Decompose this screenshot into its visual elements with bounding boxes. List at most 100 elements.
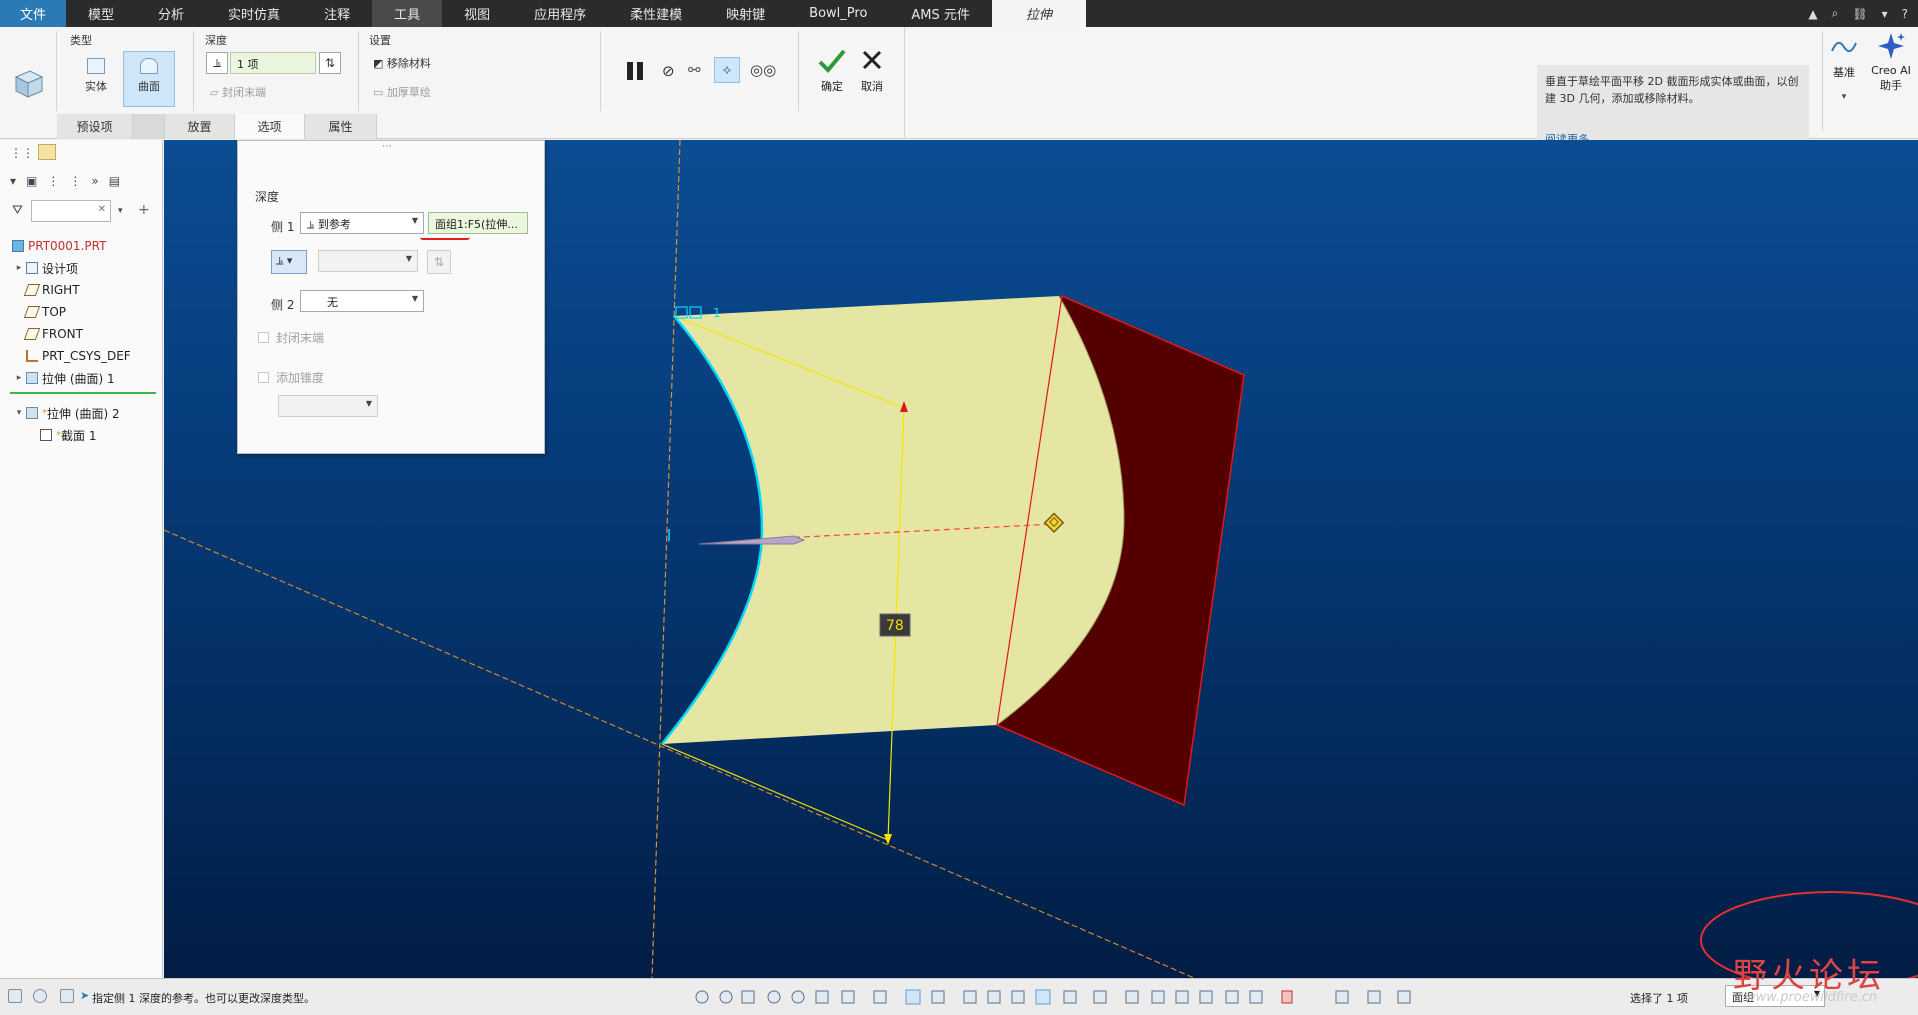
layer-tree-tab-icon[interactable] [38,144,56,160]
chevron-down-icon[interactable]: ▼ [409,216,421,225]
section-icon[interactable] [963,990,977,1004]
tree-item-csys[interactable]: PRT_CSYS_DEF [24,346,131,366]
insert-indicator[interactable] [10,392,156,394]
chevron-down-icon[interactable]: ▼ [363,399,375,408]
glasses-preview-icon[interactable]: ◎◎ [750,61,776,79]
tab-model[interactable]: 模型 [66,0,136,27]
drag-handle-dots[interactable]: ⋯ [382,141,392,152]
tab-applications[interactable]: 应用程序 [512,0,608,27]
tab-presets[interactable]: 预设项 [57,114,133,139]
tree-item-section-1[interactable]: * 截面 1 [38,425,96,445]
clear-icon[interactable]: ✕ [98,204,106,215]
tab-ams-components[interactable]: AMS 元件 [889,0,992,27]
side-1-depth-type-select[interactable]: ⫡ 到参考 ▼ [300,212,424,234]
perspective-icon[interactable] [931,990,945,1004]
attached-preview-icon[interactable]: ⚯ [688,61,701,79]
point-display-icon[interactable] [1093,990,1107,1004]
zoom-in-icon[interactable] [767,990,781,1004]
collapse-arrow-icon[interactable]: ▾ [14,408,24,418]
cap-ends-checkbox[interactable] [258,332,269,343]
filter-icon[interactable]: ⛛ [12,203,23,218]
model-tree-toggle-icon[interactable] [8,989,22,1003]
surface-button[interactable]: 曲面 [123,51,175,107]
find-icon[interactable] [1335,990,1349,1004]
tree-item-extrude-1[interactable]: ▸ 拉伸 (曲面) 1 [14,368,115,388]
chevron-down-icon[interactable]: ▾ [1882,7,1888,21]
plane-display-icon[interactable] [1035,989,1051,1005]
measure-icon[interactable] [1151,990,1165,1004]
tree-search-input[interactable]: ✕ [31,200,111,222]
axis-display-icon[interactable] [1063,990,1077,1004]
tab-mapkeys[interactable]: 映射键 [704,0,787,27]
thicken-sketch-button[interactable]: ▭ 加厚草绘 [373,84,431,100]
selection-box-icon[interactable] [1367,990,1381,1004]
layer-icon[interactable] [1199,990,1213,1004]
pan-icon[interactable] [815,990,829,1004]
csys-display-icon[interactable] [1125,990,1139,1004]
tab-placement[interactable]: 放置 [165,114,235,139]
settings-icon[interactable]: ▣ [26,174,47,188]
expand-icon[interactable]: ⋮ [69,174,91,188]
notes-icon[interactable]: ▤ [109,174,130,188]
repaint-icon[interactable] [719,990,733,1004]
tree-item-extrude-2[interactable]: ▾ * 拉伸 (曲面) 2 [14,403,120,423]
saved-views-icon[interactable] [873,990,887,1004]
tree-filter-icon[interactable]: ⋮ [47,174,69,188]
zoom-out-icon[interactable] [791,990,805,1004]
cancel-button[interactable]: 取消 [855,47,889,105]
more-icon[interactable]: » [91,174,108,188]
ok-button[interactable]: 确定 [815,47,849,105]
model-display-icon[interactable] [1249,990,1263,1004]
depth-value-field[interactable]: 1 项 [230,52,316,74]
tree-item-part[interactable]: PRT0001.PRT [10,236,106,256]
depth-type-button[interactable]: ⫡ ▾ [271,250,307,274]
add-icon[interactable]: + [138,202,150,218]
taper-angle-select[interactable]: ▼ [278,395,378,417]
flip-direction-icon[interactable]: ⇅ [427,250,451,274]
show-icon[interactable]: ▾ [10,174,26,188]
tab-options[interactable]: 选项 [235,114,305,139]
tab-live-simulation[interactable]: 实时仿真 [206,0,302,27]
creo-ai-assistant-button[interactable]: Creo AI 助手 [1866,31,1916,111]
datum-button[interactable]: 基准 ▾ [1826,33,1862,133]
flip-direction-icon[interactable]: ⇅ [319,52,341,74]
fullscreen-icon[interactable] [60,989,74,1003]
flag-icon[interactable] [1281,990,1293,1004]
select-filter-icon[interactable] [1397,990,1411,1004]
side-1-reference-collector[interactable]: 面组1:F5(拉伸... [428,212,528,234]
chevron-down-icon[interactable]: ▾ [118,206,123,216]
tab-extrude[interactable]: 拉伸 [991,0,1086,27]
model-tree-tab-icon[interactable]: ⋮⋮ [10,146,34,160]
link-icon[interactable]: ⛓ [1852,7,1867,21]
depth-type-icon[interactable]: ⫡ [206,52,228,74]
refit-icon[interactable] [695,990,709,1004]
add-taper-checkbox[interactable] [258,372,269,383]
tab-annotate[interactable]: 注释 [302,0,372,27]
snapshot-icon[interactable] [1175,990,1189,1004]
tab-bowl-pro[interactable]: Bowl_Pro [787,0,889,27]
no-preview-icon[interactable]: ⊘ [662,62,675,80]
tab-view[interactable]: 视图 [442,0,512,27]
spin-center-icon[interactable] [987,990,1001,1004]
browser-toggle-icon[interactable] [33,989,47,1003]
tab-tools[interactable]: 工具 [372,0,443,27]
pause-icon[interactable] [1225,990,1239,1004]
chevron-down-icon[interactable]: ▼ [409,294,421,303]
display-style-icon[interactable] [905,989,921,1005]
tree-item-right-plane[interactable]: RIGHT [23,280,80,300]
view-manager-icon[interactable] [841,990,855,1004]
dimension-value[interactable]: 78 [886,618,904,634]
pause-button[interactable] [624,59,648,83]
tab-file[interactable]: 文件 [0,0,67,27]
verify-mode-icon[interactable]: ⟡ [714,57,740,83]
expand-arrow-icon[interactable]: ▸ [14,263,24,273]
chevron-down-icon[interactable]: ▼ [403,254,415,263]
triangle-up-icon[interactable]: ▲ [1808,7,1817,21]
solid-button[interactable]: 实体 [72,51,120,95]
remove-material-button[interactable]: ◩ 移除材料 [373,55,431,71]
zoom-to-fit-icon[interactable] [741,990,755,1004]
search-icon[interactable]: ⌕ [1832,6,1839,21]
tree-item-front-plane[interactable]: FRONT [23,324,83,344]
annotation-display-icon[interactable] [1011,990,1025,1004]
side-2-depth-type-select[interactable]: 无 ▼ [300,290,424,312]
